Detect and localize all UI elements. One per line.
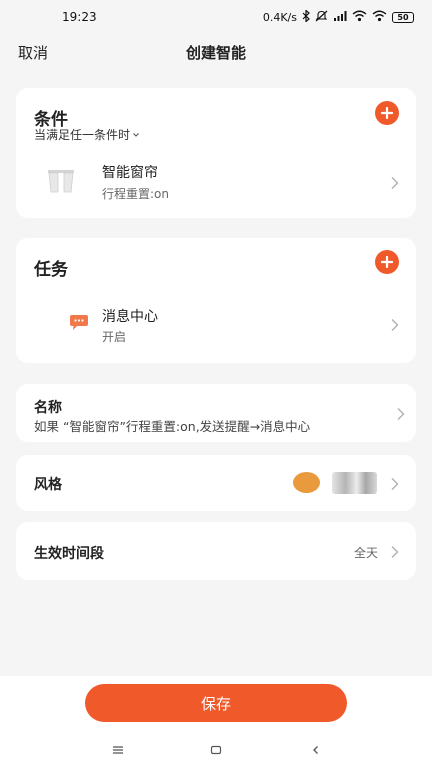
condition-item[interactable]: 智能窗帘 行程重置:on: [16, 152, 416, 208]
chevron-right-icon: [390, 317, 400, 331]
add-condition-button[interactable]: [375, 101, 399, 125]
battery-icon: 50: [392, 11, 414, 23]
tasks-card: 任务 消息中心 开启: [16, 238, 416, 363]
home-icon[interactable]: [210, 740, 222, 759]
style-row[interactable]: 风格: [16, 455, 416, 511]
time-range-label: 生效时间段: [34, 546, 104, 562]
time-range-row[interactable]: 生效时间段 全天: [16, 522, 416, 580]
chevron-down-icon: [133, 132, 139, 137]
chevron-right-icon: [396, 406, 406, 420]
add-task-button[interactable]: [375, 250, 399, 274]
network-speed: 0.4K/s: [262, 10, 297, 24]
status-icons: 0.4K/s 50: [262, 9, 414, 24]
chevron-right-icon: [390, 544, 400, 558]
style-color-swatch: [293, 472, 320, 493]
tasks-title: 任务: [34, 260, 68, 280]
back-icon[interactable]: [311, 740, 321, 759]
name-value: 如果 “智能窗帘”行程重置:on,发送提醒→消息中心: [34, 419, 311, 434]
plus-icon: [381, 256, 393, 268]
task-item[interactable]: 消息中心 开启: [16, 293, 416, 353]
style-background-thumbnail: [332, 472, 377, 494]
name-label: 名称: [34, 400, 62, 416]
message-icon: [69, 314, 89, 331]
plus-icon: [381, 107, 393, 119]
save-button[interactable]: 保存: [85, 684, 347, 722]
menu-icon[interactable]: [112, 740, 124, 759]
page-title: 创建智能: [185, 43, 246, 62]
bluetooth-icon: [302, 9, 310, 24]
curtain-icon: [47, 169, 75, 193]
wifi-icon: [352, 10, 367, 24]
chevron-right-icon: [390, 175, 400, 189]
task-item-name: 消息中心: [102, 309, 158, 325]
wifi-icon: [372, 10, 387, 24]
status-time: 19:23: [62, 10, 97, 24]
mute-icon: [315, 10, 328, 24]
condition-item-name: 智能窗帘: [102, 165, 158, 181]
conditions-card: 条件 当满足任一条件时 智能窗帘 行程重置:on: [16, 88, 416, 218]
system-nav-bar: [0, 738, 432, 762]
hd-signal-icon: [333, 10, 347, 24]
cancel-button[interactable]: 取消: [18, 42, 48, 63]
name-row[interactable]: 名称 如果 “智能窗帘”行程重置:on,发送提醒→消息中心: [16, 384, 416, 442]
chevron-right-icon: [390, 476, 400, 490]
battery-level: 50: [397, 12, 409, 22]
condition-mode-label: 当满足任一条件时: [34, 128, 131, 142]
task-item-detail: 开启: [102, 330, 127, 344]
condition-mode-dropdown[interactable]: 当满足任一条件时: [34, 126, 140, 143]
time-range-value: 全天: [353, 546, 378, 560]
style-label: 风格: [34, 477, 62, 493]
bottom-bar: 保存: [0, 676, 432, 768]
status-bar: 19:23 0.4K/s 50: [0, 0, 432, 34]
condition-item-detail: 行程重置:on: [102, 187, 169, 201]
header: 取消 创建智能: [0, 34, 432, 70]
